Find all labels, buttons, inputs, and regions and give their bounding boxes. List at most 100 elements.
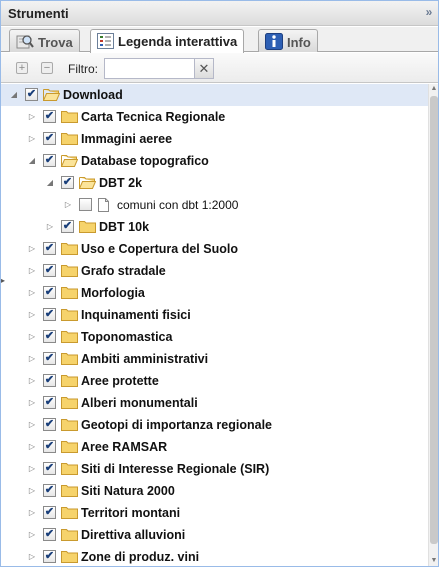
tree-row[interactable]: ▷ ✔ Direttiva alluvioni <box>1 524 428 546</box>
collapsed-arrow-icon[interactable]: ▷ <box>27 309 37 321</box>
tree-row[interactable]: ◢ ✔ Database topografico <box>1 150 428 172</box>
collapsed-arrow-icon[interactable]: ▷ <box>27 243 37 255</box>
layer-checkbox[interactable]: ✔ <box>25 88 38 101</box>
tree-row[interactable]: ▷ ✔ Territori montani <box>1 502 428 524</box>
tree-row[interactable]: ▷ ✔ Alberi monumentali <box>1 392 428 414</box>
collapsed-arrow-icon[interactable]: ▷ <box>27 331 37 343</box>
tree-node-label[interactable]: Grafo stradale <box>81 264 166 278</box>
tree-row[interactable]: ▷ ✔ Aree protette <box>1 370 428 392</box>
tree-node-label[interactable]: Aree RAMSAR <box>81 440 167 454</box>
layer-checkbox[interactable]: ✔ <box>43 484 56 497</box>
tree-row[interactable]: ▷ ✔ DBT 10k <box>1 216 428 238</box>
tree-row[interactable]: ▷ ✔ Aree RAMSAR <box>1 436 428 458</box>
layer-checkbox[interactable] <box>79 198 92 211</box>
tree-row[interactable]: ▷ ✔ Inquinamenti fisici <box>1 304 428 326</box>
tree-node-label[interactable]: comuni con dbt 1:2000 <box>117 198 238 212</box>
tree-row[interactable]: ▷ comuni con dbt 1:2000 <box>1 194 428 216</box>
tab-info[interactable]: Info <box>258 29 318 52</box>
clear-filter-button[interactable]: ✕ <box>195 58 214 79</box>
collapse-panel-button[interactable]: » <box>422 5 436 20</box>
layer-checkbox[interactable]: ✔ <box>43 440 56 453</box>
tab-legenda-interattiva[interactable]: Legenda interattiva <box>90 29 245 53</box>
tree-row[interactable]: ▷ ✔ Toponomastica <box>1 326 428 348</box>
tree-node-label[interactable]: DBT 10k <box>99 220 149 234</box>
scrollbar-thumb[interactable] <box>430 96 438 544</box>
collapsed-arrow-icon[interactable]: ▷ <box>27 353 37 365</box>
tree-row[interactable]: ▷ ✔ Zone di produz. vini <box>1 546 428 566</box>
layer-checkbox[interactable]: ✔ <box>43 330 56 343</box>
layer-checkbox[interactable]: ✔ <box>43 352 56 365</box>
tree-node-label[interactable]: Immagini aeree <box>81 132 172 146</box>
tree-row[interactable]: ◢ ✔ Download <box>1 84 428 106</box>
tree-row[interactable]: ▷ ✔ Ambiti amministrativi <box>1 348 428 370</box>
layer-checkbox[interactable]: ✔ <box>43 110 56 123</box>
collapsed-arrow-icon[interactable]: ▷ <box>27 375 37 387</box>
tree-row[interactable]: ▷ ✔ Siti Natura 2000 <box>1 480 428 502</box>
scroll-down-arrow-icon[interactable]: ▼ <box>429 556 439 566</box>
layer-checkbox[interactable]: ✔ <box>43 308 56 321</box>
tree-row[interactable]: ▷ ✔ Carta Tecnica Regionale <box>1 106 428 128</box>
collapsed-arrow-icon[interactable]: ▷ <box>27 133 37 145</box>
layer-checkbox[interactable]: ✔ <box>43 242 56 255</box>
collapsed-arrow-icon[interactable]: ▷ <box>27 463 37 475</box>
collapsed-arrow-icon[interactable]: ▷ <box>27 111 37 123</box>
collapsed-arrow-icon[interactable]: ▷ <box>27 441 37 453</box>
tree-node-label[interactable]: Siti di Interesse Regionale (SIR) <box>81 462 269 476</box>
layer-checkbox[interactable]: ✔ <box>61 220 74 233</box>
layer-checkbox[interactable]: ✔ <box>43 374 56 387</box>
tree-node-label[interactable]: Ambiti amministrativi <box>81 352 208 366</box>
layer-checkbox[interactable]: ✔ <box>43 462 56 475</box>
layer-checkbox[interactable]: ✔ <box>43 286 56 299</box>
collapsed-arrow-icon[interactable]: ▷ <box>63 199 73 211</box>
tree-node-label[interactable]: Siti Natura 2000 <box>81 484 175 498</box>
collapsed-arrow-icon[interactable]: ▷ <box>45 221 55 233</box>
layer-checkbox[interactable]: ✔ <box>43 506 56 519</box>
collapsed-arrow-icon[interactable]: ▷ <box>27 485 37 497</box>
tree-row[interactable]: ▷ ✔ Geotopi di importanza regionale <box>1 414 428 436</box>
tree-row[interactable]: ◢ ✔ DBT 2k <box>1 172 428 194</box>
expanded-arrow-icon[interactable]: ◢ <box>27 155 37 167</box>
tree-node-label[interactable]: Direttiva alluvioni <box>81 528 185 542</box>
tab-trova[interactable]: Trova <box>9 29 80 52</box>
collapsed-arrow-icon[interactable]: ▷ <box>27 529 37 541</box>
tree-node-label[interactable]: Database topografico <box>81 154 209 168</box>
collapsed-arrow-icon[interactable]: ▷ <box>27 287 37 299</box>
tree-node-label[interactable]: Carta Tecnica Regionale <box>81 110 225 124</box>
tree-node-label[interactable]: Geotopi di importanza regionale <box>81 418 272 432</box>
tree-row[interactable]: ▷ ✔ Grafo stradale <box>1 260 428 282</box>
tree-node-label[interactable]: Inquinamenti fisici <box>81 308 191 322</box>
tree-row[interactable]: ▷ ✔ Immagini aeree <box>1 128 428 150</box>
tree-node-label[interactable]: Toponomastica <box>81 330 172 344</box>
tree-row[interactable]: ▷ ✔ Uso e Copertura del Suolo <box>1 238 428 260</box>
side-splitter-handle[interactable]: ▸ <box>1 269 5 293</box>
layer-checkbox[interactable]: ✔ <box>43 264 56 277</box>
collapsed-arrow-icon[interactable]: ▷ <box>27 265 37 277</box>
collapsed-arrow-icon[interactable]: ▷ <box>27 419 37 431</box>
tree-node-label[interactable]: Territori montani <box>81 506 180 520</box>
tree-node-label[interactable]: Download <box>63 88 123 102</box>
tree-node-label[interactable]: Morfologia <box>81 286 145 300</box>
tree-node-label[interactable]: Aree protette <box>81 374 159 388</box>
layer-checkbox[interactable]: ✔ <box>43 154 56 167</box>
collapsed-arrow-icon[interactable]: ▷ <box>27 551 37 563</box>
collapsed-arrow-icon[interactable]: ▷ <box>27 507 37 519</box>
tree-node-label[interactable]: Alberi monumentali <box>81 396 198 410</box>
filter-input[interactable] <box>104 58 195 79</box>
layer-checkbox[interactable]: ✔ <box>61 176 74 189</box>
tree-row[interactable]: ▷ ✔ Siti di Interesse Regionale (SIR) <box>1 458 428 480</box>
tree-node-label[interactable]: Zone di produz. vini <box>81 550 199 564</box>
expanded-arrow-icon[interactable]: ◢ <box>45 177 55 189</box>
collapse-all-button[interactable]: − <box>41 62 53 74</box>
layer-checkbox[interactable]: ✔ <box>43 418 56 431</box>
layer-checkbox[interactable]: ✔ <box>43 528 56 541</box>
vertical-scrollbar[interactable]: ▲ ▼ <box>428 84 438 566</box>
tree-node-label[interactable]: DBT 2k <box>99 176 142 190</box>
tree-row[interactable]: ▷ ✔ Morfologia <box>1 282 428 304</box>
expanded-arrow-icon[interactable]: ◢ <box>9 89 19 101</box>
scroll-up-arrow-icon[interactable]: ▲ <box>429 84 439 94</box>
layer-checkbox[interactable]: ✔ <box>43 396 56 409</box>
layer-checkbox[interactable]: ✔ <box>43 132 56 145</box>
collapsed-arrow-icon[interactable]: ▷ <box>27 397 37 409</box>
layer-checkbox[interactable]: ✔ <box>43 550 56 563</box>
tree-node-label[interactable]: Uso e Copertura del Suolo <box>81 242 238 256</box>
